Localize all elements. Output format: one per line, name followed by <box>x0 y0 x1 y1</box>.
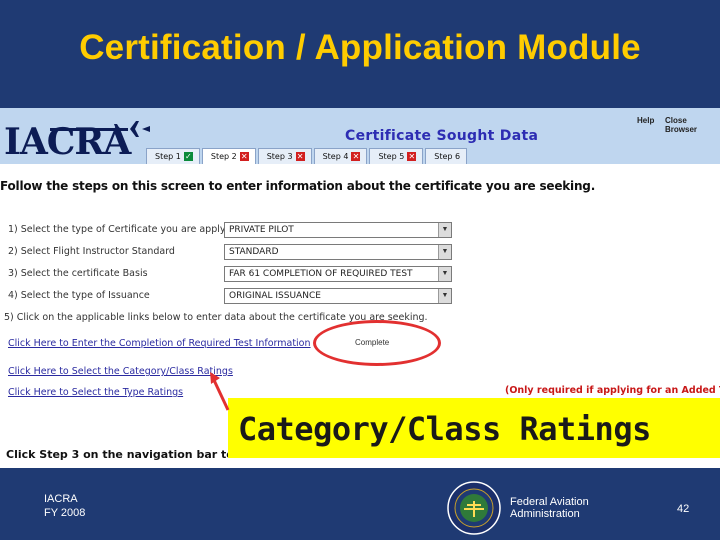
type-ratings-link[interactable]: Click Here to Select the Type Ratings <box>8 387 183 398</box>
step-label: Step 2 <box>210 152 237 161</box>
footer-left: IACRA FY 2008 <box>44 492 85 520</box>
x-mark-icon: ✕ <box>351 152 361 161</box>
issuance-row: 4) Select the type of Issuance ORIGINAL … <box>8 288 453 306</box>
dropdown-arrow-icon[interactable]: ▼ <box>438 267 451 281</box>
iacra-logo: IACRA <box>4 120 150 164</box>
row-label: 3) Select the certificate Basis <box>8 268 148 279</box>
select-value: PRIVATE PILOT <box>229 225 294 235</box>
select-value: ORIGINAL ISSUANCE <box>229 291 321 301</box>
bottom-instruction: Click Step 3 on the navigation bar to co… <box>6 448 265 461</box>
help-link[interactable]: Help <box>637 116 654 125</box>
row-label: 4) Select the type of Issuance <box>8 290 150 301</box>
highlight-oval <box>313 320 441 366</box>
certificate-type-select[interactable]: PRIVATE PILOT ▼ <box>224 222 452 238</box>
app-header: IACRA Certificate Sought Data Help Close… <box>0 108 720 164</box>
row-label: 2) Select Flight Instructor Standard <box>8 246 175 257</box>
step-tab-3[interactable]: Step 3 ✕ <box>257 148 312 164</box>
instruction-text: Follow the steps on this screen to enter… <box>0 179 596 193</box>
x-mark-icon: ✕ <box>295 152 305 161</box>
faa-name: Federal Aviation Administration <box>510 496 589 520</box>
dropdown-arrow-icon[interactable]: ▼ <box>438 289 451 303</box>
row-label: 1) Select the type of Certificate you ar… <box>8 224 257 235</box>
step-tab-1[interactable]: Step 1 ✓ <box>146 148 200 164</box>
select-value: FAR 61 COMPLETION OF REQUIRED TEST <box>229 269 413 279</box>
select-value: STANDARD <box>229 247 279 257</box>
added-type-note: (Only required if applying for an Added … <box>505 385 720 396</box>
completion-test-link[interactable]: Click Here to Enter the Completion of Re… <box>8 338 311 349</box>
category-class-link[interactable]: Click Here to Select the Category/Class … <box>8 366 233 377</box>
step-label: Step 6 <box>434 152 461 161</box>
app-screenshot: IACRA Certificate Sought Data Help Close… <box>0 108 720 468</box>
step-label: Step 1 <box>155 152 181 161</box>
callout-text: Category/Class Ratings <box>238 410 651 448</box>
dropdown-arrow-icon[interactable]: ▼ <box>438 223 451 237</box>
footer-year: FY 2008 <box>44 507 86 519</box>
step-label: Step 3 <box>266 152 293 161</box>
step-label: Step 4 <box>322 152 349 161</box>
close-browser-link[interactable]: Close Browser <box>665 116 720 134</box>
callout-box: Category/Class Ratings <box>228 398 720 458</box>
certificate-type-row: 1) Select the type of Certificate you ar… <box>8 222 453 240</box>
step-navigation: Step 1 ✓ Step 2 ✕ Step 3 ✕ Step 4 ✕ Step… <box>146 148 468 164</box>
step-tab-6[interactable]: Step 6 <box>425 148 468 164</box>
basis-select[interactable]: FAR 61 COMPLETION OF REQUIRED TEST ▼ <box>224 266 452 282</box>
faa-seal-icon <box>447 481 501 535</box>
slide-title: Certification / Application Module <box>79 28 641 67</box>
faa-line2: Administration <box>510 508 580 520</box>
x-mark-icon: ✕ <box>239 152 249 161</box>
standard-row: 2) Select Flight Instructor Standard STA… <box>8 244 453 262</box>
footer-program: IACRA <box>44 493 78 505</box>
step-tab-5[interactable]: Step 5 ✕ <box>369 148 424 164</box>
basis-row: 3) Select the certificate Basis FAR 61 C… <box>8 266 453 284</box>
step-tab-2[interactable]: Step 2 ✕ <box>201 148 256 164</box>
issuance-select[interactable]: ORIGINAL ISSUANCE ▼ <box>224 288 452 304</box>
page-heading: Certificate Sought Data <box>345 128 539 144</box>
step-tab-4[interactable]: Step 4 ✕ <box>313 148 368 164</box>
x-mark-icon: ✕ <box>407 152 417 161</box>
standard-select[interactable]: STANDARD ▼ <box>224 244 452 260</box>
pointer-arrow-icon <box>210 372 230 411</box>
dropdown-arrow-icon[interactable]: ▼ <box>438 245 451 259</box>
faa-line1: Federal Aviation <box>510 496 589 508</box>
checkmark-icon: ✓ <box>183 152 193 161</box>
page-number: 42 <box>677 503 690 515</box>
step-label: Step 5 <box>378 152 405 161</box>
airplane-icon <box>114 121 150 137</box>
